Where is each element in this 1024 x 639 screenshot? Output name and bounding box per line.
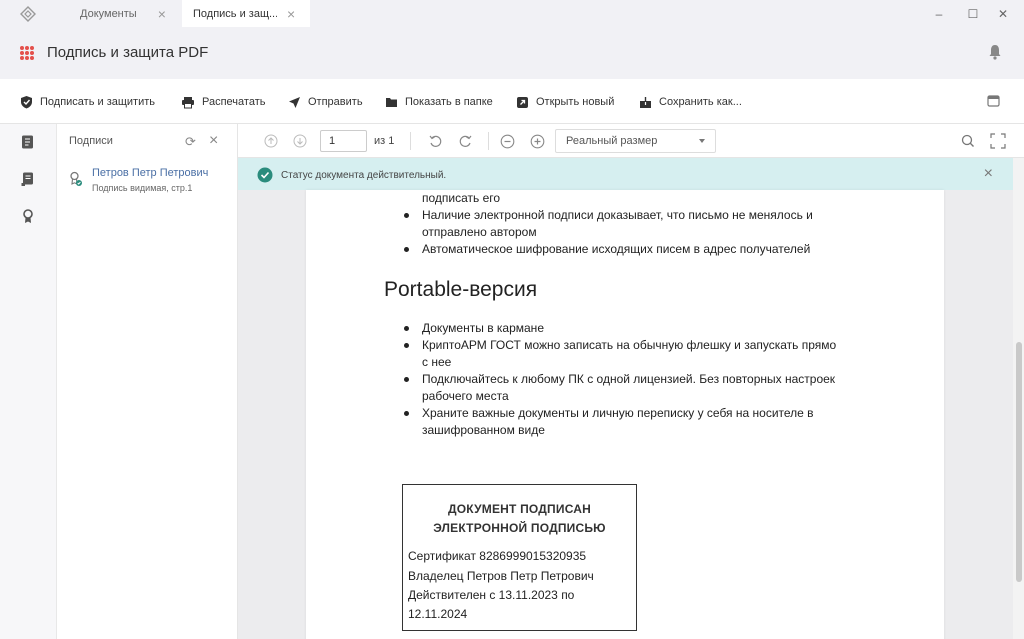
signatures-title: Подписи bbox=[69, 135, 113, 147]
feature-list: подписать его Наличие электронной подпис… bbox=[404, 190, 882, 258]
zoom-level-select[interactable]: Реальный размер bbox=[555, 129, 716, 153]
title-bar: Документы × Подпись и защ... × – ☐ ✕ bbox=[0, 0, 1024, 27]
open-new-label: Открыть новый bbox=[536, 96, 615, 108]
page-number-input[interactable] bbox=[320, 130, 367, 152]
stamp-title: ЭЛЕКТРОННОЙ ПОДПИСЬЮ bbox=[433, 521, 606, 535]
close-icon[interactable]: × bbox=[158, 7, 166, 21]
close-icon: ✕ bbox=[997, 6, 1009, 21]
maximize-button[interactable]: ☐ bbox=[957, 0, 989, 27]
rotate-right-icon[interactable] bbox=[457, 133, 473, 149]
zoom-out-icon[interactable] bbox=[499, 133, 515, 149]
previous-page-icon[interactable] bbox=[263, 133, 279, 149]
check-circle-icon bbox=[257, 167, 273, 183]
list-item: Документы в кармане bbox=[404, 320, 882, 337]
fullscreen-icon[interactable] bbox=[990, 133, 1006, 149]
search-icon[interactable] bbox=[960, 133, 976, 149]
chevron-down-icon bbox=[699, 139, 705, 143]
status-message: Статус документа действительный. bbox=[281, 170, 447, 181]
list-item: с нее bbox=[422, 355, 452, 369]
minimize-button[interactable]: – bbox=[923, 0, 955, 27]
minimize-icon: – bbox=[935, 6, 943, 21]
save-icon bbox=[640, 96, 651, 108]
pdf-page: подписать его Наличие электронной подпис… bbox=[306, 190, 944, 639]
signature-item[interactable]: Петров Петр Петрович Подпись видимая, ст… bbox=[67, 166, 232, 198]
rotate-left-icon[interactable] bbox=[427, 133, 443, 149]
tab-documents-label: Документы bbox=[80, 7, 137, 20]
signed-document-icon[interactable] bbox=[20, 171, 36, 187]
document-list-icon[interactable] bbox=[20, 134, 36, 150]
zoom-in-icon[interactable] bbox=[529, 133, 545, 149]
save-as-label: Сохранить как... bbox=[659, 96, 742, 108]
section-heading: Portable-версия bbox=[384, 278, 538, 301]
list-item: Наличие электронной подписи доказывает, … bbox=[404, 207, 882, 224]
paper-plane-icon bbox=[289, 96, 300, 108]
toolbar-divider bbox=[488, 132, 489, 150]
page-title: Подпись и защита PDF bbox=[47, 44, 209, 61]
tab-sign-protect[interactable]: Подпись и защ... × bbox=[182, 0, 310, 27]
next-page-icon[interactable] bbox=[292, 133, 308, 149]
stamp-validity: Действителен с 13.11.2023 по bbox=[408, 588, 575, 602]
print-label: Распечатать bbox=[202, 96, 266, 108]
show-in-folder-button[interactable]: Показать в папке bbox=[385, 94, 493, 110]
printer-icon bbox=[182, 96, 194, 108]
vertical-scrollbar[interactable] bbox=[1013, 158, 1024, 639]
list-item: КриптоАРМ ГОСТ можно записать на обычную… bbox=[404, 337, 882, 354]
send-label: Отправить bbox=[308, 96, 363, 108]
signature-valid-icon bbox=[69, 171, 83, 187]
sign-protect-button[interactable]: Подписать и защитить bbox=[20, 94, 155, 110]
sign-protect-label: Подписать и защитить bbox=[40, 96, 156, 108]
stamp-title: ДОКУМЕНТ ПОДПИСАН bbox=[448, 502, 591, 516]
list-item: отправлено автором bbox=[422, 225, 537, 239]
close-icon[interactable]: × bbox=[984, 165, 993, 183]
signatures-panel: Подписи ⟳ × Петров Петр Петрович Подпись… bbox=[57, 124, 238, 639]
portable-feature-list: Документы в кармане КриптоАРМ ГОСТ можно… bbox=[404, 320, 882, 439]
refresh-icon[interactable]: ⟳ bbox=[185, 134, 196, 150]
scrollbar-thumb[interactable] bbox=[1016, 342, 1022, 582]
show-in-folder-label: Показать в папке bbox=[405, 96, 493, 108]
certificate-icon[interactable] bbox=[20, 208, 36, 224]
shield-icon bbox=[21, 96, 32, 109]
app-header: Подпись и защита PDF bbox=[0, 27, 1024, 79]
tab-sign-protect-label: Подпись и защ... bbox=[193, 7, 277, 20]
signature-description: Подпись видимая, стр.1 bbox=[92, 183, 193, 193]
close-icon[interactable]: × bbox=[209, 132, 218, 150]
tab-documents[interactable]: Документы × bbox=[58, 0, 182, 27]
viewer-toolbar: из 1 Реальный размер bbox=[238, 124, 1024, 158]
list-item: Автоматическое шифрование исходящих писе… bbox=[404, 241, 882, 258]
external-link-icon bbox=[517, 96, 528, 108]
send-button[interactable]: Отправить bbox=[288, 94, 363, 110]
stamp-owner: Владелец Петров Петр Петрович bbox=[408, 569, 594, 583]
toolbar: Подписать и защитить Распечатать Отправи… bbox=[0, 79, 1024, 124]
list-item: зашифрованном виде bbox=[422, 423, 545, 437]
zoom-level-value: Реальный размер bbox=[566, 135, 658, 147]
pdf-viewer: из 1 Реальный размер Статус документа bbox=[238, 124, 1024, 639]
list-item: подписать его bbox=[422, 191, 501, 205]
list-item: рабочего места bbox=[422, 389, 509, 403]
toolbar-divider bbox=[410, 132, 411, 150]
app-logo-icon bbox=[14, 4, 42, 24]
print-button[interactable]: Распечатать bbox=[181, 94, 265, 110]
close-window-button[interactable]: ✕ bbox=[987, 0, 1019, 27]
apps-grid-icon[interactable] bbox=[20, 46, 34, 60]
open-new-button[interactable]: Открыть новый bbox=[516, 94, 614, 110]
page-count-label: из 1 bbox=[374, 135, 395, 147]
signature-stamp: ДОКУМЕНТ ПОДПИСАН ЭЛЕКТРОННОЙ ПОДПИСЬЮ С… bbox=[402, 484, 637, 631]
folder-icon bbox=[386, 98, 397, 107]
maximize-icon: ☐ bbox=[967, 6, 979, 21]
list-item: Храните важные документы и личную перепи… bbox=[404, 405, 882, 422]
left-rail bbox=[0, 124, 57, 639]
save-as-button[interactable]: Сохранить как... bbox=[639, 94, 742, 110]
list-item: Подключайтесь к любому ПК с одной лиценз… bbox=[404, 371, 882, 388]
stamp-validity-end: 12.11.2024 bbox=[408, 607, 468, 621]
close-icon[interactable]: × bbox=[287, 7, 295, 21]
signature-owner-name: Петров Петр Петрович bbox=[92, 167, 209, 179]
document-status-bar: Статус документа действительный. × bbox=[238, 158, 1013, 190]
stamp-certificate: Сертификат 8286999015320935 bbox=[408, 549, 587, 563]
bell-icon[interactable] bbox=[988, 44, 1004, 62]
panel-layout-icon[interactable] bbox=[987, 94, 1000, 112]
